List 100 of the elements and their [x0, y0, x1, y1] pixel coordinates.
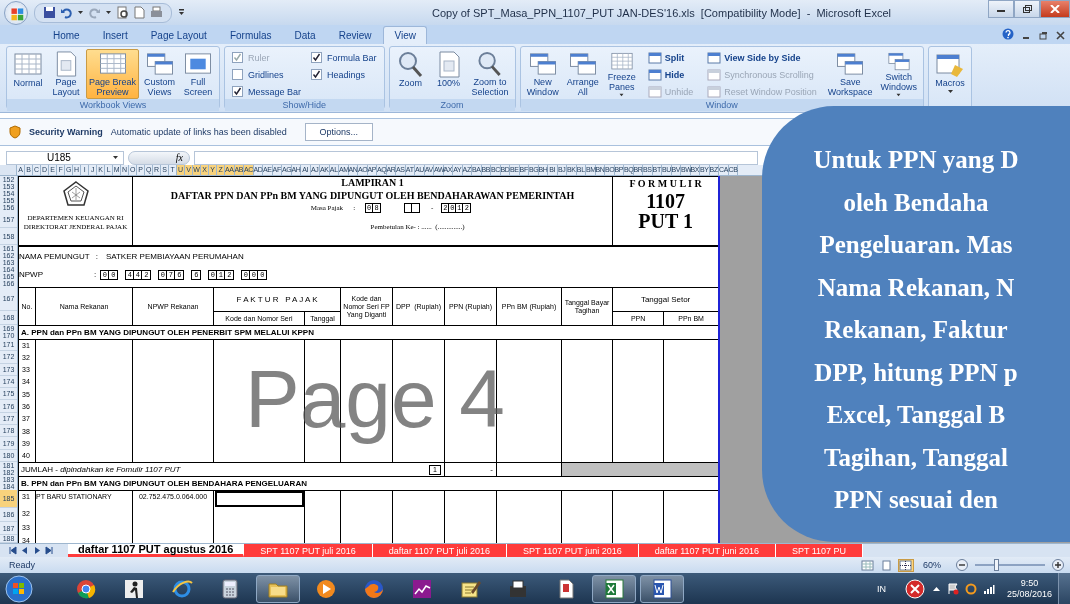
- sheet-tab[interactable]: SPT 1107 PU: [775, 544, 864, 557]
- ribbon-tab[interactable]: Formulas: [218, 26, 283, 44]
- name-box[interactable]: U185: [6, 150, 124, 165]
- ribbon-button[interactable]: Zoom to Selection: [468, 49, 512, 99]
- form-heading: F O R M U L I R: [628, 177, 703, 191]
- formula-input[interactable]: [194, 150, 758, 165]
- insert-function-button[interactable]: fx: [175, 152, 183, 163]
- zoom-in-button[interactable]: [1052, 559, 1064, 571]
- warning-title: Security Warning: [29, 127, 103, 137]
- next-sheet-button[interactable]: [32, 546, 42, 555]
- view-button[interactable]: [898, 558, 914, 572]
- active-cell[interactable]: [213, 490, 305, 509]
- colon-text: :: [94, 270, 97, 279]
- zoom-out-button[interactable]: [956, 559, 968, 571]
- printer-icon[interactable]: [150, 6, 163, 19]
- start-button[interactable]: [4, 573, 34, 604]
- grid-icon: [13, 51, 43, 78]
- ribbon-button[interactable]: Save Workspace: [824, 49, 876, 99]
- page-break-icon: [899, 559, 913, 571]
- print-preview-icon[interactable]: [116, 6, 129, 19]
- taskbar-button[interactable]: [640, 574, 684, 603]
- taskbar-button[interactable]: [256, 574, 300, 603]
- ribbon-button[interactable]: Switch Windows: [877, 49, 921, 99]
- ribbon-button[interactable]: New Window: [523, 49, 562, 99]
- tick-icon: [312, 53, 322, 62]
- ribbon-tab[interactable]: Review: [327, 26, 383, 44]
- group-label: Zoom: [389, 99, 515, 111]
- ring-icon[interactable]: [964, 582, 977, 595]
- checkbox[interactable]: Formula Bar: [311, 50, 377, 65]
- tick-icon: [312, 70, 322, 79]
- windows-icon: [567, 51, 598, 77]
- restore-icon[interactable]: [1039, 31, 1048, 40]
- sheet-tab[interactable]: SPT 1107 PUT juli 2016: [244, 544, 373, 557]
- ribbon-button[interactable]: Hide: [645, 67, 696, 82]
- ribbon-button[interactable]: 100%: [430, 49, 467, 99]
- minimize-button[interactable]: [988, 0, 1014, 18]
- tick-icon: [233, 53, 243, 62]
- caret-icon: [946, 89, 954, 94]
- column-header: F A K T U R P A J A K: [213, 287, 341, 312]
- ribbon-button[interactable]: Freeze Panes: [603, 49, 640, 99]
- checkbox[interactable]: Gridlines: [232, 67, 302, 82]
- play-icon: [315, 577, 337, 600]
- zoom-level-button[interactable]: 60%: [923, 560, 941, 570]
- ribbon-button[interactable]: Page Layout: [48, 49, 84, 99]
- first-sheet-button[interactable]: [8, 546, 18, 555]
- ribbon-button[interactable]: Page Break Preview: [86, 49, 140, 99]
- caret-icon[interactable]: [77, 10, 84, 15]
- ribbon-tab[interactable]: Data: [283, 26, 327, 44]
- flag-icon[interactable]: [946, 582, 959, 595]
- checkbox[interactable]: Message Bar: [232, 84, 302, 99]
- last-sheet-button[interactable]: [44, 546, 54, 555]
- slider-thumb[interactable]: [994, 559, 999, 571]
- error-icon[interactable]: [903, 577, 926, 600]
- ribbon-button[interactable]: Full Screen: [180, 49, 217, 99]
- options-button[interactable]: Options...: [304, 123, 373, 141]
- sheet-tab[interactable]: daftar 1107 PUT juni 2016: [638, 544, 776, 557]
- total-label: JUMLAH - dipindahkan ke Fomulir 1107 PUT: [21, 463, 181, 476]
- checkbox[interactable]: Headings: [311, 67, 377, 82]
- ribbon-tab[interactable]: Home: [42, 26, 91, 44]
- ribbon-button[interactable]: Normal: [10, 49, 46, 99]
- office-button[interactable]: [4, 0, 28, 25]
- close-icon[interactable]: [1056, 31, 1065, 40]
- close-button[interactable]: [1040, 0, 1070, 18]
- ribbon-tab[interactable]: Insert: [91, 26, 139, 44]
- taskbar-button[interactable]: [592, 574, 636, 603]
- field-label: NAMA PEMUNGUT: [19, 252, 90, 261]
- ribbon-button[interactable]: View Side by Side: [705, 50, 819, 65]
- show-hidden-icons-button[interactable]: [931, 585, 941, 592]
- page-icon: [880, 559, 894, 571]
- page-icon[interactable]: [133, 6, 146, 19]
- ribbon-tab[interactable]: Page Layout: [139, 26, 218, 44]
- ribbon-button[interactable]: Custom Views: [141, 49, 179, 99]
- person-icon: [123, 577, 145, 600]
- signal-icon[interactable]: [982, 582, 995, 595]
- save-icon[interactable]: [43, 6, 56, 19]
- sheet-tab[interactable]: daftar 1107 PUT agustus 2016: [68, 544, 245, 557]
- ribbon-button[interactable]: Macros: [932, 49, 969, 99]
- previous-sheet-button[interactable]: [20, 546, 30, 555]
- spreadsheet-icon: [603, 577, 625, 600]
- caret-icon: [112, 155, 119, 160]
- restore-button[interactable]: [1014, 0, 1040, 18]
- help-icon[interactable]: [1002, 28, 1014, 40]
- sheet-tab[interactable]: daftar 1107 PUT juli 2016: [372, 544, 508, 557]
- window-icon: [647, 51, 662, 64]
- window-icon: [647, 85, 662, 98]
- language-indicator[interactable]: IN: [876, 583, 886, 594]
- undo-icon[interactable]: [60, 6, 73, 19]
- sheet-tab[interactable]: SPT 1107 PUT juni 2016: [507, 544, 639, 557]
- field-value: SATKER PEMBIAYAAN PERUMAHAN: [105, 252, 244, 261]
- ribbon-button[interactable]: Split: [645, 50, 696, 65]
- caret-icon[interactable]: [105, 10, 112, 15]
- grid-icon: [861, 559, 875, 571]
- customize-caret-icon[interactable]: [178, 8, 185, 17]
- ribbon-tab[interactable]: View: [383, 26, 427, 44]
- ribbon-button[interactable]: Zoom: [392, 49, 429, 99]
- clock[interactable]: 9:50 25/08/2016: [1006, 577, 1052, 600]
- ribbon-button[interactable]: Arrange All: [563, 49, 602, 99]
- section-title: B. PPN dan PPn BM YANG DIPUNGUT OLEH BENDAHARA PENGELUARAN: [18, 476, 719, 491]
- document-icon: [651, 577, 673, 600]
- tick-icon: [233, 87, 243, 96]
